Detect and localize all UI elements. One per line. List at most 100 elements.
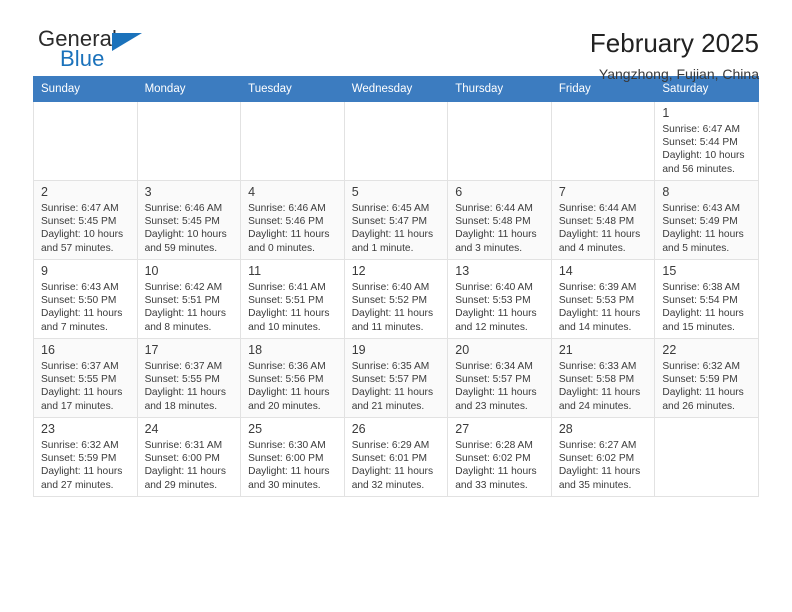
page-header: General Blue February 2025 Yangzhong, Fu… bbox=[33, 0, 759, 83]
day-number: 9 bbox=[41, 264, 48, 278]
day-detail: Sunrise: 6:32 AM Sunset: 5:59 PM Dayligh… bbox=[41, 440, 123, 491]
calendar-day-cell[interactable]: 17 Sunrise: 6:37 AM Sunset: 5:55 PM Dayli… bbox=[136, 338, 242, 418]
day-number: 6 bbox=[455, 185, 463, 199]
calendar-day-cell[interactable]: 13 Sunrise: 6:40 AM Sunset: 5:53 PM Dayli… bbox=[447, 259, 552, 339]
day-detail: Sunrise: 6:40 AM Sunset: 5:52 PM Dayligh… bbox=[351, 282, 434, 333]
calendar-page: General Blue February 2025 Yangzhong, Fu… bbox=[0, 0, 792, 612]
day-number: 12 bbox=[351, 264, 366, 278]
day-number: 11 bbox=[248, 264, 262, 278]
day-detail: Sunrise: 6:46 AM Sunset: 5:46 PM Dayligh… bbox=[248, 203, 330, 254]
calendar-day-cell[interactable]: 2 Sunrise: 6:47 AM Sunset: 5:45 PM Daylig… bbox=[33, 180, 138, 260]
day-detail: Sunrise: 6:34 AM Sunset: 5:57 PM Dayligh… bbox=[455, 361, 537, 412]
calendar-day-cell[interactable]: 9 Sunrise: 6:43 AM Sunset: 5:50 PM Daylig… bbox=[33, 259, 138, 339]
calendar-day-cell[interactable]: 19 Sunrise: 6:35 AM Sunset: 5:57 PM Dayli… bbox=[343, 338, 449, 418]
calendar-day-cell[interactable]: 3 Sunrise: 6:46 AM Sunset: 5:45 PM Daylig… bbox=[136, 180, 242, 260]
day-number: 18 bbox=[248, 343, 263, 357]
calendar-week-row: 2 Sunrise: 6:47 AM Sunset: 5:45 PM Daylig… bbox=[33, 180, 759, 260]
calendar-day-cell[interactable]: 27 Sunrise: 6:28 AM Sunset: 6:02 PM Dayli… bbox=[447, 417, 552, 497]
day-number: 22 bbox=[662, 343, 677, 357]
day-detail: Sunrise: 6:43 AM Sunset: 5:49 PM Dayligh… bbox=[662, 203, 744, 254]
day-detail: Sunrise: 6:47 AM Sunset: 5:45 PM Dayligh… bbox=[41, 203, 124, 254]
day-number: 5 bbox=[351, 185, 359, 199]
page-subtitle: Yangzhong, Fujian, China bbox=[598, 66, 759, 83]
calendar-day-cell[interactable]: 6 Sunrise: 6:44 AM Sunset: 5:48 PM Daylig… bbox=[447, 180, 552, 260]
calendar-day-cell[interactable]: 28 Sunrise: 6:27 AM Sunset: 6:02 PM Dayli… bbox=[550, 417, 656, 497]
calendar-day-cell[interactable]: 11 Sunrise: 6:41 AM Sunset: 5:51 PM Dayli… bbox=[240, 259, 345, 339]
calendar-day-cell[interactable]: 7 Sunrise: 6:44 AM Sunset: 5:48 PM Daylig… bbox=[550, 180, 656, 260]
day-detail: Sunrise: 6:37 AM Sunset: 5:55 PM Dayligh… bbox=[144, 361, 226, 412]
logo-text-blue: Blue bbox=[60, 46, 105, 71]
day-detail: Sunrise: 6:44 AM Sunset: 5:48 PM Dayligh… bbox=[455, 203, 537, 254]
weekday-header-sunday: Sunday bbox=[33, 76, 138, 102]
calendar-day-cell[interactable]: 4 Sunrise: 6:46 AM Sunset: 5:46 PM Daylig… bbox=[240, 180, 345, 260]
page-title: February 2025 bbox=[589, 28, 759, 58]
day-detail: Sunrise: 6:30 AM Sunset: 6:00 PM Dayligh… bbox=[248, 440, 330, 491]
calendar-day-cell[interactable] bbox=[343, 101, 449, 181]
day-detail: Sunrise: 6:35 AM Sunset: 5:57 PM Dayligh… bbox=[351, 361, 434, 412]
calendar-day-cell[interactable]: 24 Sunrise: 6:31 AM Sunset: 6:00 PM Dayli… bbox=[136, 417, 242, 497]
day-number: 14 bbox=[558, 264, 573, 278]
calendar-day-cell[interactable]: 18 Sunrise: 6:36 AM Sunset: 5:56 PM Dayli… bbox=[240, 338, 345, 418]
day-detail: Sunrise: 6:38 AM Sunset: 5:54 PM Dayligh… bbox=[662, 282, 744, 333]
calendar-day-cell[interactable] bbox=[33, 101, 138, 181]
day-detail: Sunrise: 6:43 AM Sunset: 5:50 PM Dayligh… bbox=[41, 282, 123, 333]
calendar-day-cell[interactable]: 22 Sunrise: 6:32 AM Sunset: 5:59 PM Dayli… bbox=[654, 338, 759, 418]
general-blue-logo[interactable]: General Blue bbox=[33, 28, 163, 76]
day-detail: Sunrise: 6:40 AM Sunset: 5:53 PM Dayligh… bbox=[455, 282, 537, 333]
calendar-day-cell[interactable] bbox=[654, 417, 759, 497]
day-number: 7 bbox=[558, 185, 566, 199]
day-detail: Sunrise: 6:41 AM Sunset: 5:51 PM Dayligh… bbox=[248, 282, 330, 333]
calendar-day-cell[interactable]: 20 Sunrise: 6:34 AM Sunset: 5:57 PM Dayli… bbox=[447, 338, 552, 418]
day-detail: Sunrise: 6:33 AM Sunset: 5:58 PM Dayligh… bbox=[558, 361, 641, 412]
calendar-day-cell[interactable]: 16 Sunrise: 6:37 AM Sunset: 5:55 PM Dayli… bbox=[33, 338, 138, 418]
weekday-header-monday: Monday bbox=[136, 76, 242, 102]
calendar-body: 1 Sunrise: 6:47 AM Sunset: 5:44 PM Daylig… bbox=[33, 101, 759, 497]
title-block: February 2025 Yangzhong, Fujian, China bbox=[590, 28, 759, 82]
calendar-day-cell[interactable]: 5 Sunrise: 6:45 AM Sunset: 5:47 PM Daylig… bbox=[343, 180, 449, 260]
day-detail: Sunrise: 6:45 AM Sunset: 5:47 PM Dayligh… bbox=[351, 203, 434, 254]
day-number: 10 bbox=[144, 264, 159, 278]
weekday-header-thursday: Thursday bbox=[447, 76, 552, 102]
calendar-day-cell[interactable]: 21 Sunrise: 6:33 AM Sunset: 5:58 PM Dayli… bbox=[550, 338, 656, 418]
day-detail: Sunrise: 6:47 AM Sunset: 5:44 PM Dayligh… bbox=[662, 124, 745, 175]
day-number: 4 bbox=[248, 185, 256, 199]
calendar-day-cell[interactable]: 15 Sunrise: 6:38 AM Sunset: 5:54 PM Dayli… bbox=[654, 259, 759, 339]
day-detail: Sunrise: 6:32 AM Sunset: 5:59 PM Dayligh… bbox=[662, 361, 744, 412]
calendar-day-cell[interactable]: 1 Sunrise: 6:47 AM Sunset: 5:44 PM Daylig… bbox=[654, 101, 759, 181]
weekday-header-tuesday: Tuesday bbox=[240, 76, 345, 102]
calendar-day-cell[interactable]: 8 Sunrise: 6:43 AM Sunset: 5:49 PM Daylig… bbox=[654, 180, 759, 260]
day-number: 15 bbox=[662, 264, 677, 278]
day-number: 17 bbox=[144, 343, 159, 357]
day-detail: Sunrise: 6:27 AM Sunset: 6:02 PM Dayligh… bbox=[558, 440, 641, 491]
logo-triangle-icon bbox=[112, 33, 142, 51]
day-number: 23 bbox=[41, 422, 55, 436]
calendar-day-cell[interactable] bbox=[550, 101, 656, 181]
day-number: 8 bbox=[662, 185, 670, 199]
day-number: 21 bbox=[558, 343, 573, 357]
calendar-day-cell[interactable]: 12 Sunrise: 6:40 AM Sunset: 5:52 PM Dayli… bbox=[343, 259, 449, 339]
day-number: 28 bbox=[558, 422, 573, 436]
calendar-week-row: 1 Sunrise: 6:47 AM Sunset: 5:44 PM Daylig… bbox=[33, 101, 759, 181]
day-detail: Sunrise: 6:29 AM Sunset: 6:01 PM Dayligh… bbox=[351, 440, 434, 491]
day-number: 25 bbox=[248, 422, 263, 436]
day-number: 2 bbox=[41, 185, 48, 199]
calendar-day-cell[interactable] bbox=[447, 101, 552, 181]
calendar-day-cell[interactable]: 14 Sunrise: 6:39 AM Sunset: 5:53 PM Dayli… bbox=[550, 259, 656, 339]
calendar-week-row: 23 Sunrise: 6:32 AM Sunset: 5:59 PM Dayli… bbox=[33, 417, 759, 497]
day-number: 19 bbox=[351, 343, 366, 357]
calendar-day-cell[interactable]: 10 Sunrise: 6:42 AM Sunset: 5:51 PM Dayli… bbox=[136, 259, 242, 339]
day-number: 20 bbox=[455, 343, 470, 357]
calendar-day-cell[interactable]: 26 Sunrise: 6:29 AM Sunset: 6:01 PM Dayli… bbox=[343, 417, 449, 497]
day-detail: Sunrise: 6:42 AM Sunset: 5:51 PM Dayligh… bbox=[144, 282, 226, 333]
day-number: 3 bbox=[144, 185, 152, 199]
calendar-day-cell[interactable] bbox=[136, 101, 242, 181]
day-number: 16 bbox=[41, 343, 55, 357]
day-number: 24 bbox=[144, 422, 159, 436]
day-number: 1 bbox=[662, 106, 670, 120]
calendar-day-cell[interactable]: 23 Sunrise: 6:32 AM Sunset: 5:59 PM Dayli… bbox=[33, 417, 138, 497]
calendar-day-cell[interactable]: 25 Sunrise: 6:30 AM Sunset: 6:00 PM Dayli… bbox=[240, 417, 345, 497]
calendar-week-row: 16 Sunrise: 6:37 AM Sunset: 5:55 PM Dayli… bbox=[33, 338, 759, 418]
calendar-day-cell[interactable] bbox=[240, 101, 345, 181]
day-detail: Sunrise: 6:44 AM Sunset: 5:48 PM Dayligh… bbox=[558, 203, 641, 254]
weekday-header-wednesday: Wednesday bbox=[343, 76, 449, 102]
